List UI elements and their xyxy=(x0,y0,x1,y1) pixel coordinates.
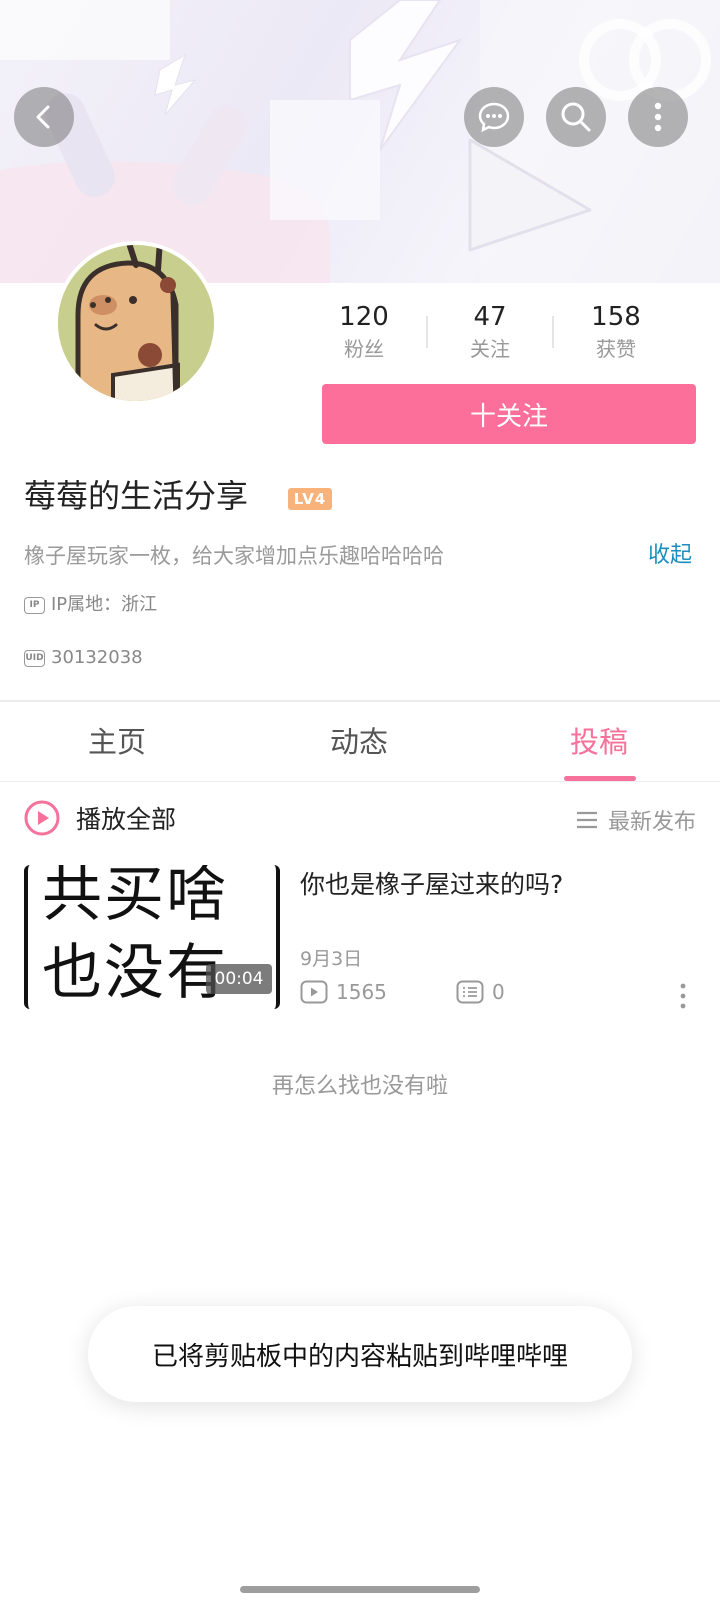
views-count: 1565 xyxy=(336,980,387,1004)
message-button[interactable] xyxy=(464,87,524,147)
stat-fans[interactable]: 120 粉丝 xyxy=(309,300,419,364)
video-date: 9月3日 xyxy=(300,948,363,970)
video-title[interactable]: 你也是橡子屋过来的吗? xyxy=(300,868,563,902)
avatar[interactable] xyxy=(54,241,218,405)
play-circle-icon xyxy=(24,800,60,836)
thumbnail-text: 共买啥 xyxy=(42,865,228,930)
collapse-button[interactable]: 收起 xyxy=(648,541,692,571)
stat-following[interactable]: 47 关注 xyxy=(435,300,545,364)
back-button[interactable] xyxy=(14,87,74,147)
play-count-icon xyxy=(300,980,328,1004)
banner-decoration xyxy=(0,0,720,283)
comments-count: 0 xyxy=(492,980,505,1004)
fans-count: 120 xyxy=(339,302,389,332)
stat-divider xyxy=(552,316,554,348)
likes-count: 158 xyxy=(591,302,641,332)
video-views: 1565 xyxy=(300,980,387,1004)
more-vertical-icon xyxy=(654,102,662,132)
likes-label: 获赞 xyxy=(596,337,636,361)
tab-submissions[interactable]: 投稿 xyxy=(570,722,628,762)
giraffe-avatar-image xyxy=(58,245,214,401)
chevron-left-icon xyxy=(36,105,50,129)
fans-label: 粉丝 xyxy=(344,337,384,361)
video-more-icon[interactable] xyxy=(680,982,686,1010)
follow-button[interactable]: 十关注 xyxy=(322,384,696,444)
following-count: 47 xyxy=(473,302,507,332)
play-all-button[interactable]: 播放全部 xyxy=(24,800,176,836)
following-label: 关注 xyxy=(470,337,510,361)
ip-location: IP IP属地：浙江 xyxy=(24,592,157,618)
search-button[interactable] xyxy=(546,87,606,147)
comment-count-icon xyxy=(456,980,484,1004)
end-of-list-text: 再怎么找也没有啦 xyxy=(271,1074,448,1099)
profile-bio: 橡子屋玩家一枚，给大家增加点乐趣哈哈哈哈 xyxy=(24,544,444,568)
stat-likes[interactable]: 158 获赞 xyxy=(561,300,671,364)
sort-label: 最新发布 xyxy=(607,810,696,835)
uid-text: 30132038 xyxy=(51,647,143,668)
search-icon xyxy=(561,102,591,132)
divider xyxy=(0,781,720,782)
uid-icon: UID xyxy=(24,649,45,667)
profile-banner xyxy=(0,0,720,283)
play-all-label: 播放全部 xyxy=(76,805,177,834)
clipboard-toast: 已将剪贴板中的内容粘贴到哔哩哔哩 xyxy=(88,1306,632,1402)
thumbnail-text: 也没有 xyxy=(42,938,228,1008)
divider xyxy=(0,700,720,702)
level-badge: LV4 xyxy=(288,488,332,510)
sort-button[interactable]: 最新发布 xyxy=(576,804,696,836)
stat-divider xyxy=(426,316,428,348)
home-indicator[interactable] xyxy=(240,1586,480,1593)
chat-bubble-icon xyxy=(478,102,510,133)
ip-location-text: IP属地：浙江 xyxy=(51,594,158,615)
video-duration: 00:04 xyxy=(206,964,272,994)
more-button[interactable] xyxy=(628,87,688,147)
list-sort-icon xyxy=(576,811,597,829)
uid-row[interactable]: UID 30132038 xyxy=(24,645,143,671)
profile-name: 莓莓的生活分享 xyxy=(24,477,249,515)
video-comments: 0 xyxy=(456,980,505,1004)
tab-dynamics[interactable]: 动态 xyxy=(330,722,388,762)
ip-icon: IP xyxy=(24,596,45,614)
tab-home[interactable]: 主页 xyxy=(88,722,146,762)
